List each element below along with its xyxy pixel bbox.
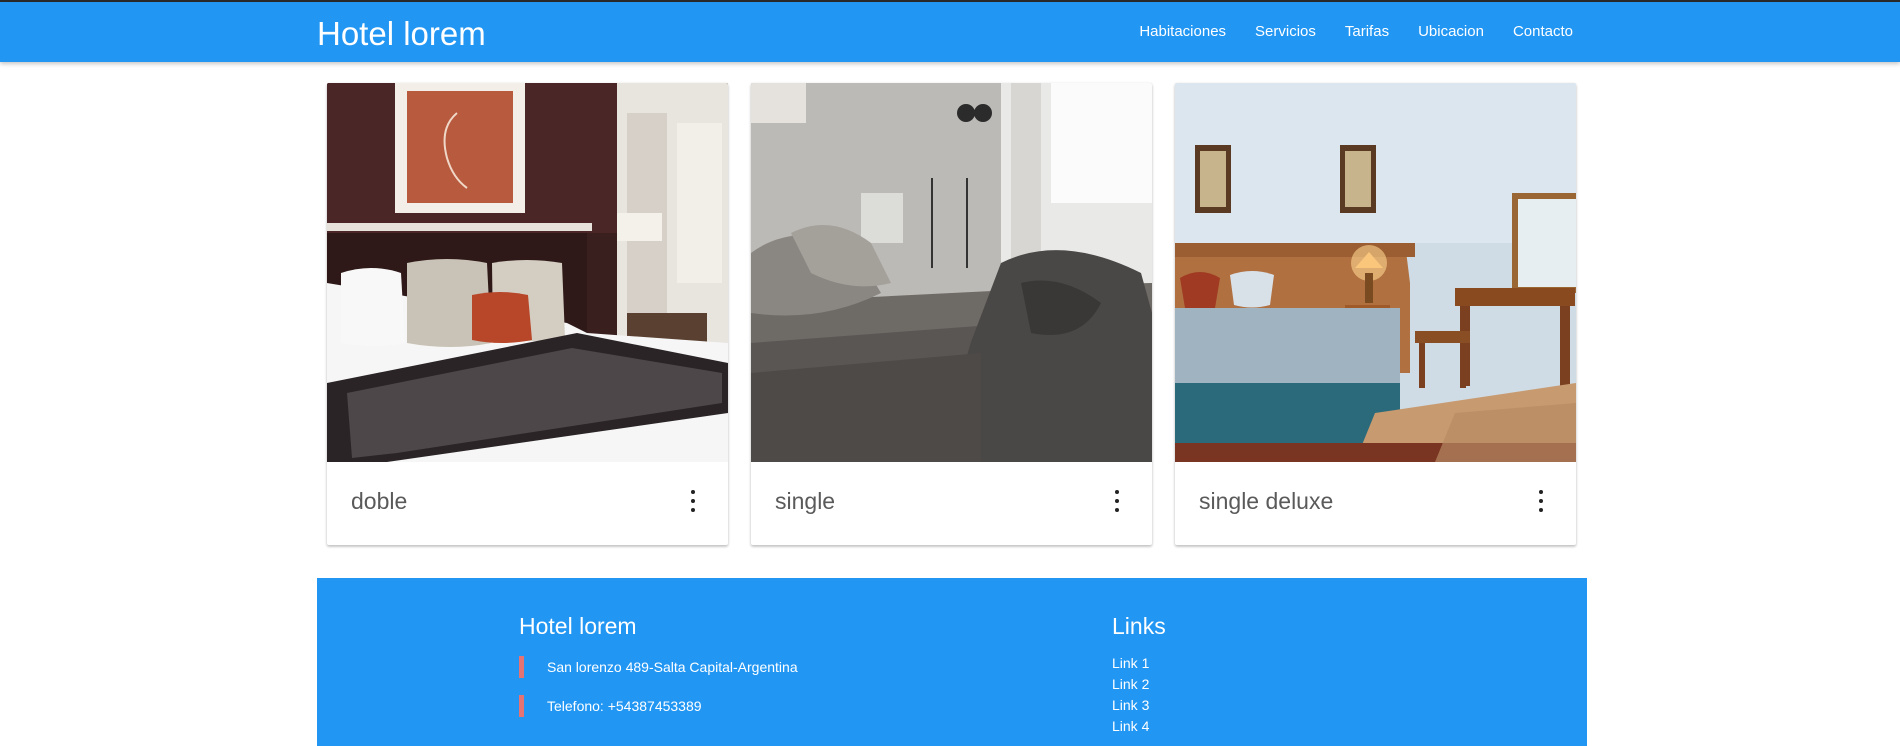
room-card-single[interactable]: single <box>751 83 1152 545</box>
room-photo-single <box>751 83 1152 462</box>
room-card-doble[interactable]: doble <box>327 83 728 545</box>
nav-links: Habitaciones Servicios Tarifas Ubicacion… <box>1125 2 1573 62</box>
footer-link-3[interactable]: Link 3 <box>1112 696 1149 714</box>
footer-links-title: Links <box>1112 613 1166 639</box>
nav-link-tarifas[interactable]: Tarifas <box>1330 2 1403 62</box>
room-title: doble <box>351 488 408 514</box>
nav-link-habitaciones[interactable]: Habitaciones <box>1125 2 1241 62</box>
brand-logo[interactable]: Hotel lorem <box>317 14 486 54</box>
nav-link-ubicacion[interactable]: Ubicacion <box>1404 2 1499 62</box>
footer-title: Hotel lorem <box>519 613 637 639</box>
more-vert-icon[interactable] <box>688 490 698 512</box>
room-card-single-deluxe[interactable]: single deluxe <box>1175 83 1576 545</box>
footer-link-2[interactable]: Link 2 <box>1112 675 1149 693</box>
footer-phone: Telefono: +54387453389 <box>519 695 702 717</box>
room-photo-single-deluxe <box>1175 83 1576 462</box>
room-photo-doble <box>327 83 728 462</box>
footer-link-4[interactable]: Link 4 <box>1112 717 1149 735</box>
navbar: Hotel lorem Habitaciones Servicios Tarif… <box>0 2 1900 62</box>
more-vert-icon[interactable] <box>1112 490 1122 512</box>
nav-link-servicios[interactable]: Servicios <box>1241 2 1331 62</box>
footer-address: San lorenzo 489-Salta Capital-Argentina <box>519 656 798 678</box>
room-title: single deluxe <box>1199 488 1334 514</box>
nav-link-contacto[interactable]: Contacto <box>1498 2 1573 62</box>
footer: Hotel lorem San lorenzo 489-Salta Capita… <box>317 578 1587 746</box>
footer-link-1[interactable]: Link 1 <box>1112 654 1149 672</box>
more-vert-icon[interactable] <box>1536 490 1546 512</box>
room-title: single <box>775 488 836 514</box>
